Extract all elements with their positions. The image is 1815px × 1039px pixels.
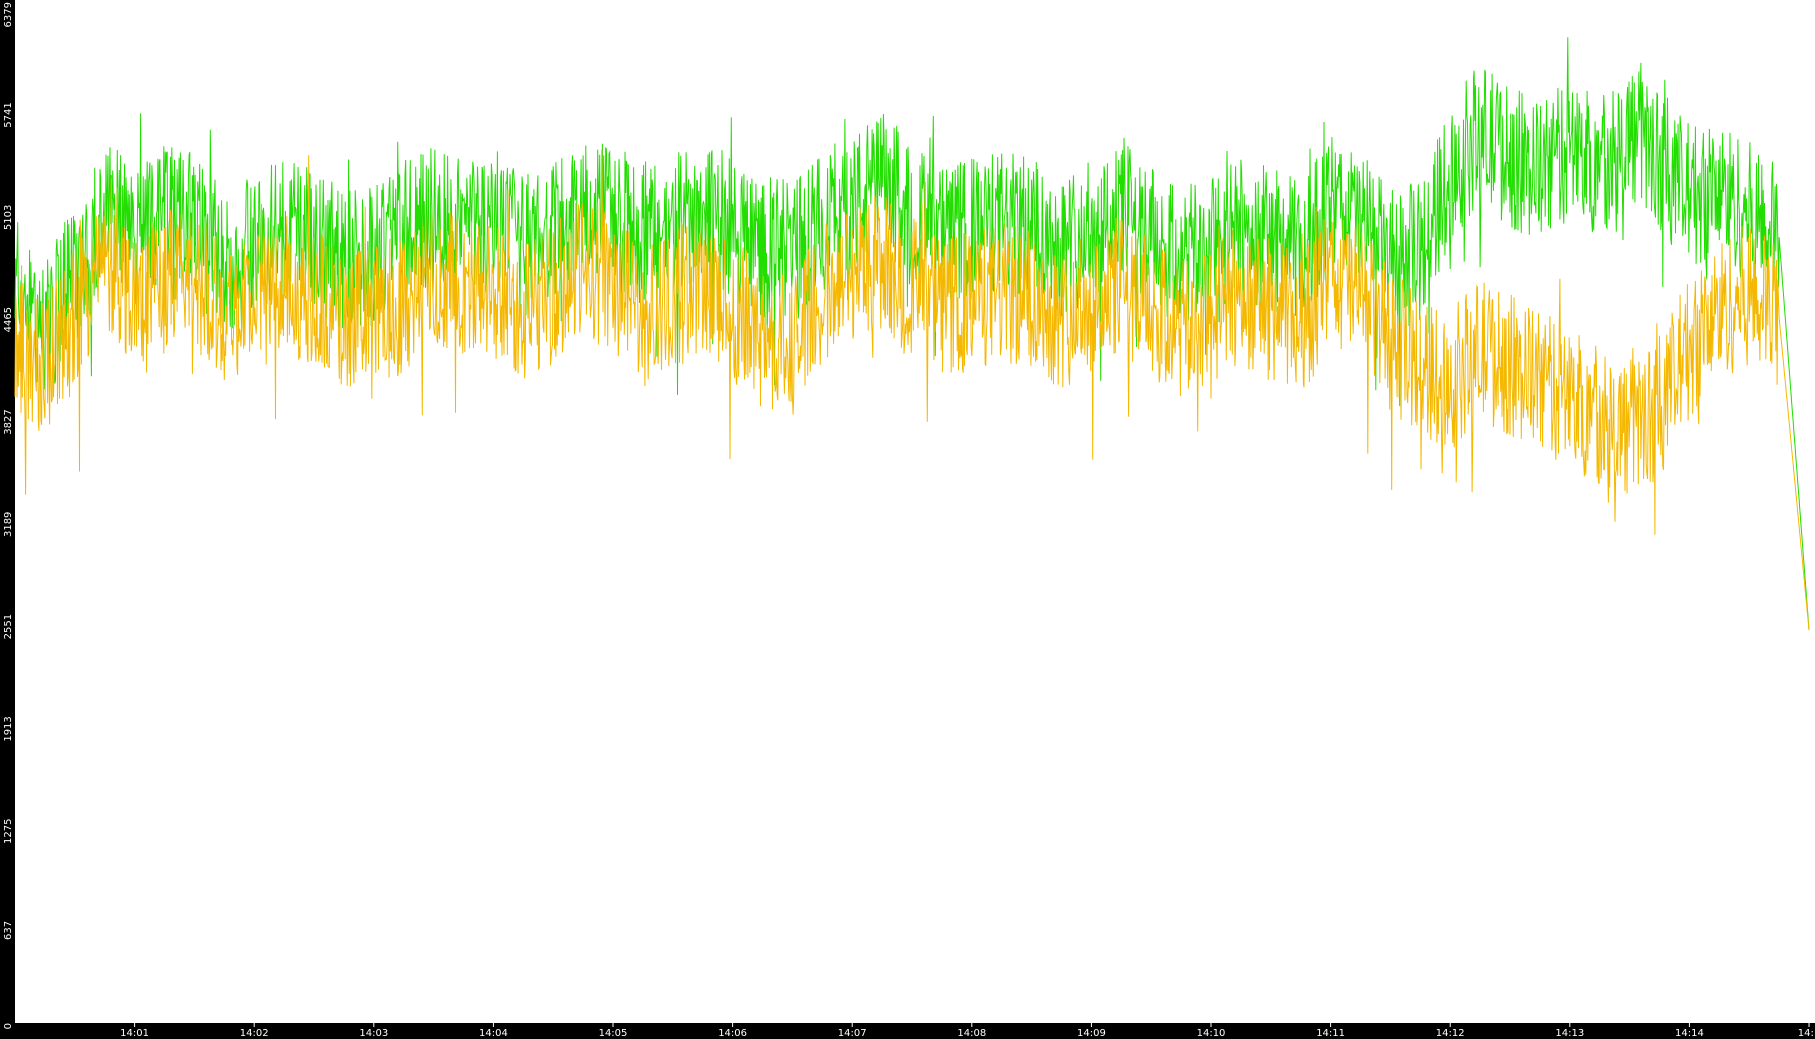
x-tick-label: 14:05 xyxy=(599,1028,628,1039)
x-tick-label: 14:02 xyxy=(240,1028,269,1039)
x-tick-label: 14:1 xyxy=(1798,1028,1815,1039)
y-tick-label: 637 xyxy=(3,921,14,940)
x-tick-label: 14:06 xyxy=(718,1028,747,1039)
x-tick-label: 14:12 xyxy=(1436,1028,1465,1039)
x-tick-label: 14:07 xyxy=(838,1028,867,1039)
y-tick-label: 5741 xyxy=(3,102,14,127)
y-tick-label: 3189 xyxy=(3,512,14,537)
line-chart: 0 637 1275 1913 2551 3189 3827 4465 5103 5741 6379… xyxy=(0,0,1815,1039)
y-tick-label: 2551 xyxy=(3,614,14,639)
x-tick-label: 14:10 xyxy=(1197,1028,1226,1039)
y-tick-label: 4465 xyxy=(3,307,14,332)
y-tick-labels: 0 637 1275 1913 2551 3189 3827 4465 5103 5741 6379 xyxy=(3,2,14,1029)
y-tick-label: 3827 xyxy=(3,409,14,434)
y-tick-label: 1275 xyxy=(3,819,14,844)
x-tick-label: 14:08 xyxy=(957,1028,986,1039)
x-tick-label: 14:11 xyxy=(1316,1028,1345,1039)
y-tick-label: 1913 xyxy=(3,716,14,741)
x-tick-label: 14:03 xyxy=(359,1028,388,1039)
y-tick-label: 6379 xyxy=(3,2,14,27)
x-tick-labels: 14:01 14:02 14:03 14:04 14:05 14:06 14:07 14:08… xyxy=(120,1023,1815,1039)
chart-plot: 0 637 1275 1913 2551 3189 3827 4465 5103 5741 6379… xyxy=(3,2,1815,1039)
x-tick-label: 14:13 xyxy=(1555,1028,1584,1039)
x-tick-label: 14:09 xyxy=(1077,1028,1106,1039)
y-tick-label: 5103 xyxy=(3,205,14,230)
y-tick-label: 0 xyxy=(3,1023,14,1029)
series-layer xyxy=(14,37,1810,631)
x-tick-label: 14:01 xyxy=(120,1028,149,1039)
x-tick-label: 14:14 xyxy=(1675,1028,1704,1039)
x-tick-label: 14:04 xyxy=(479,1028,508,1039)
series-line-1 xyxy=(14,37,1810,631)
